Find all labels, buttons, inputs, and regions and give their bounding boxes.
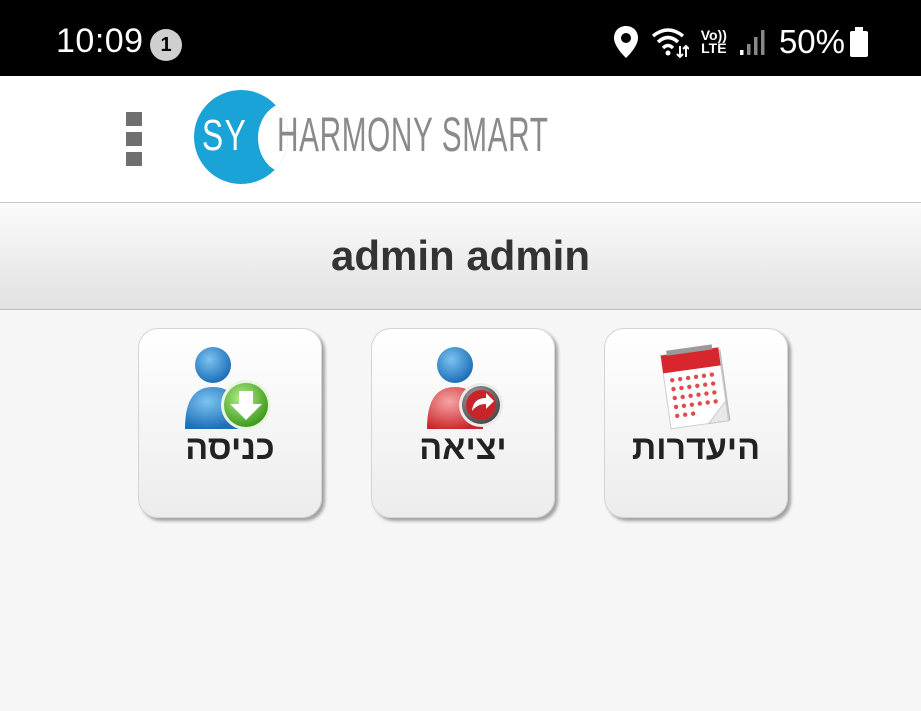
- logo-mark: SY: [202, 111, 248, 160]
- signal-icon: [739, 30, 765, 55]
- logo-text: HARMONY SMART: [277, 109, 549, 162]
- absence-button[interactable]: היעדרות: [604, 328, 788, 518]
- status-time: 10:09: [56, 22, 144, 60]
- calendar-icon: [660, 344, 731, 430]
- check-in-button[interactable]: כניסה: [138, 328, 322, 518]
- check-out-button[interactable]: יציאה: [371, 328, 555, 518]
- app-header: SY HARMONY SMART: [0, 76, 921, 203]
- user-check-out-icon: [427, 347, 503, 429]
- location-icon: [613, 26, 638, 58]
- user-check-in-icon: [185, 347, 271, 430]
- wifi-icon: [651, 28, 689, 58]
- battery-icon: [850, 27, 868, 57]
- check-in-label: כניסה: [185, 429, 275, 467]
- menu-dots-icon[interactable]: [126, 112, 142, 170]
- page-title: admin admin: [330, 232, 591, 279]
- battery-percent: 50%: [778, 23, 845, 60]
- check-out-label: יציאה: [419, 429, 507, 467]
- status-icons: Vo)) LTE 50%: [601, 22, 869, 62]
- notification-count-badge: 1: [150, 29, 182, 61]
- status-bar: 10:09 1 Vo)) LTE 50%: [0, 0, 921, 76]
- absence-label: היעדרות: [631, 429, 761, 467]
- volte-indicator: Vo)) LTE: [700, 27, 727, 56]
- title-bar: admin admin: [0, 203, 921, 310]
